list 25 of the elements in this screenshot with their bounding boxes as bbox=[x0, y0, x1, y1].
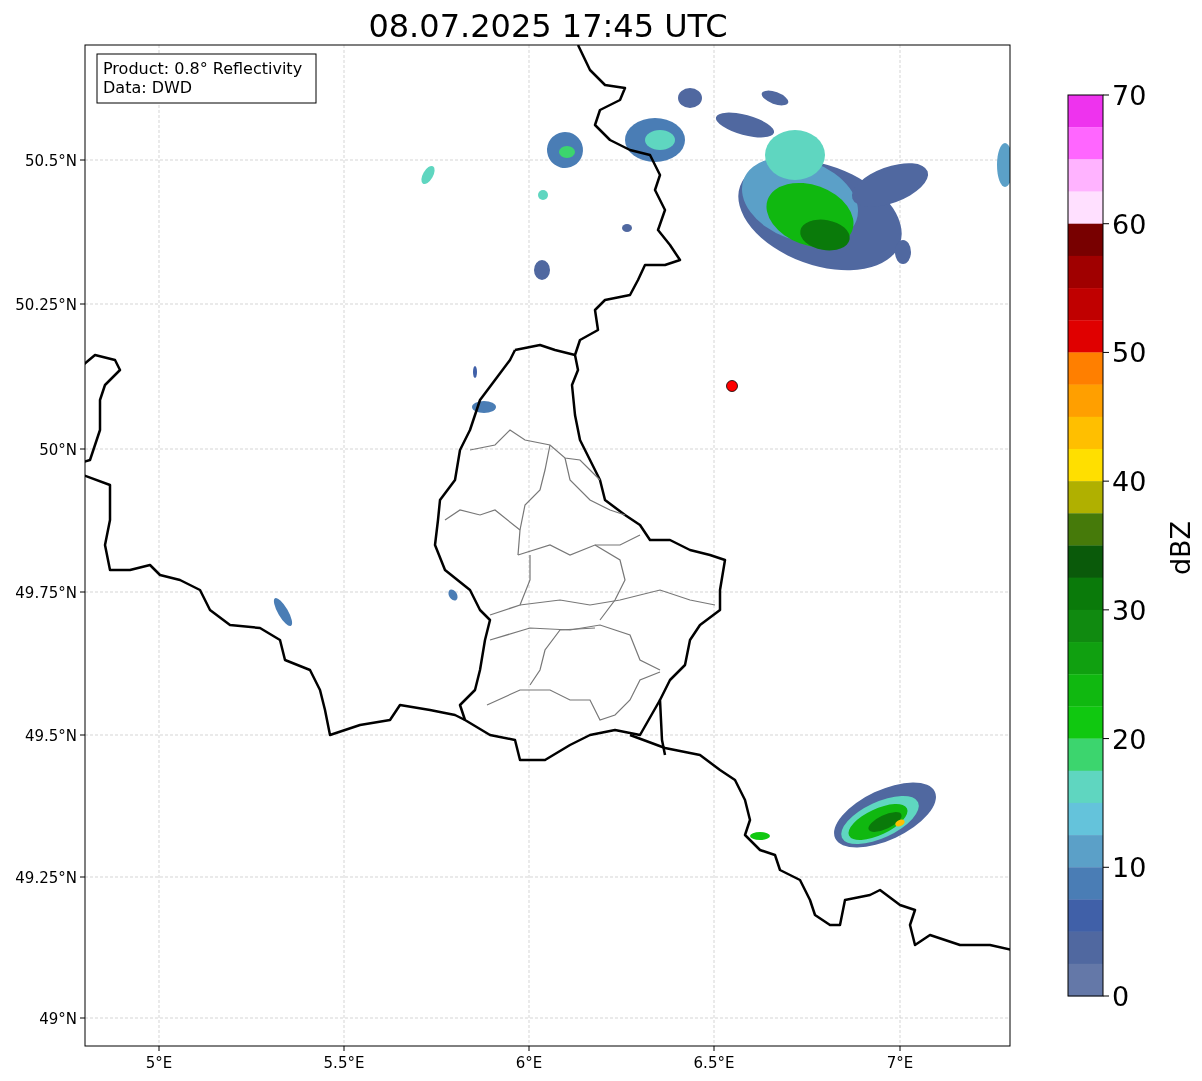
colorbar-tick-label: 10 bbox=[1112, 852, 1147, 884]
longitude-label: 5°E bbox=[145, 1054, 173, 1072]
latitude-label: 50.5°N bbox=[24, 152, 77, 170]
colorbar-tick-label: 40 bbox=[1112, 466, 1147, 498]
colorbar-tick-label: 50 bbox=[1112, 337, 1147, 369]
longitude-label: 6.5°E bbox=[693, 1054, 735, 1072]
colorbar-tick-label: 30 bbox=[1112, 594, 1147, 626]
colorbar-tick-label: 70 bbox=[1112, 80, 1147, 111]
chart-title: 08.07.2025 17:45 UTC bbox=[368, 7, 728, 45]
legend-text: Data: DWD bbox=[103, 78, 193, 97]
latitude-label: 49.25°N bbox=[15, 869, 77, 887]
longitude-label: 7°E bbox=[886, 1054, 914, 1072]
latitude-label: 49.75°N bbox=[15, 584, 77, 602]
latitude-label: 49.5°N bbox=[24, 727, 77, 745]
latitude-label: 50.25°N bbox=[15, 296, 77, 314]
latitude-label: 49°N bbox=[39, 1010, 77, 1028]
radar-site-marker bbox=[726, 380, 738, 392]
colorbar-tick-label: 20 bbox=[1112, 723, 1147, 755]
longitude-label: 6°E bbox=[515, 1054, 543, 1072]
longitude-label: 5.5°E bbox=[323, 1054, 365, 1072]
colorbar-tick-label: 60 bbox=[1112, 208, 1147, 240]
colorbar-label: dBZ bbox=[1165, 520, 1196, 576]
colorbar-tick-label: 0 bbox=[1112, 981, 1130, 1012]
legend-text: Product: 0.8° Reflectivity bbox=[103, 59, 303, 78]
latitude-label: 50°N bbox=[39, 441, 77, 459]
